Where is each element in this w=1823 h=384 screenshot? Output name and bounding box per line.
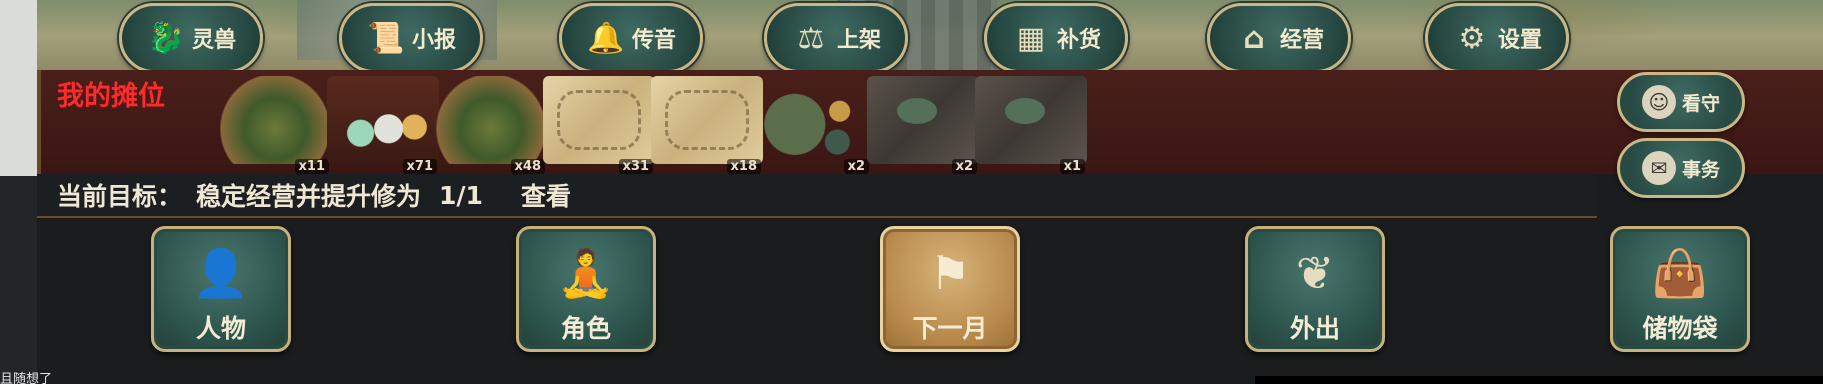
- game-area: 🐉 灵兽 📜 小报 🔔 传音 ⚖ 上架 ▦ 补货 ⌂ 经营 ⚙ 设置 我的摊位 …: [37, 0, 1823, 384]
- affairs-label: 事务: [1681, 158, 1720, 181]
- newspaper-label: 小报: [411, 28, 456, 53]
- shop-icon: ⌂: [1243, 20, 1265, 56]
- bone-scroll-icon: [651, 76, 763, 164]
- stall-title: 我的摊位: [57, 81, 165, 112]
- beast-button[interactable]: 🐉 灵兽: [119, 3, 263, 73]
- stall-item-bone-scroll[interactable]: x31: [543, 76, 655, 174]
- affairs-button[interactable]: ✉ 事务: [1617, 138, 1745, 198]
- ore-pile-icon: [867, 76, 979, 164]
- guard-icon: ☺: [1641, 85, 1676, 119]
- bone-scroll-icon: [543, 76, 655, 164]
- footer-text: 且随想了: [0, 372, 53, 384]
- item-quantity: x31: [618, 159, 653, 174]
- game-screen: 🐉 灵兽 📜 小报 🔔 传音 ⚖ 上架 ▦ 补货 ⌂ 经营 ⚙ 设置 我的摊位 …: [0, 0, 1823, 384]
- stall-item-herb-bundle-2[interactable]: x48: [435, 76, 547, 174]
- storage-bag-label: 储物袋: [1642, 314, 1718, 343]
- stall-item-herb-bundle[interactable]: x11: [219, 76, 331, 174]
- stall-item-bone-scroll-2[interactable]: x18: [651, 76, 763, 174]
- business-button[interactable]: ⌂ 经营: [1207, 3, 1351, 73]
- item-quantity: x2: [951, 159, 977, 174]
- gear-icon: ⚙: [1458, 20, 1486, 56]
- item-quantity: x48: [510, 159, 545, 174]
- left-page-strip-light: [0, 0, 37, 176]
- beast-icon: 🐉: [147, 20, 185, 56]
- item-quantity: x18: [726, 159, 761, 174]
- newspaper-icon: 📜: [367, 20, 405, 56]
- item-quantity: x71: [402, 159, 437, 174]
- goal-label: 当前目标：: [57, 182, 183, 211]
- message-label: 传音: [631, 28, 676, 53]
- stall-panel: 我的摊位 x11 x71 x48 x31 x18 x2 x2 x1: [37, 70, 1823, 174]
- list-goods-label: 上架: [836, 28, 881, 53]
- restock-button[interactable]: ▦ 补货: [984, 3, 1128, 73]
- potion-chest-icon: [327, 76, 439, 164]
- item-quantity: x2: [843, 159, 869, 174]
- jade-set-icon: [759, 76, 871, 164]
- next-month-label: 下一月: [912, 314, 988, 343]
- herb-bundle-icon: [435, 76, 547, 164]
- bag-icon: 👜: [1651, 245, 1709, 300]
- stall-item-jade-set[interactable]: x2: [759, 76, 871, 174]
- newspaper-button[interactable]: 📜 小报: [339, 3, 483, 73]
- person-icon: 👤: [192, 245, 250, 300]
- next-month-button[interactable]: ⚑ 下一月: [880, 226, 1020, 352]
- message-button[interactable]: 🔔 传音: [559, 3, 703, 73]
- current-goal-bar: 当前目标： 稳定经营并提升修为 1/1 查看: [37, 174, 1597, 218]
- left-page-strip: [0, 0, 37, 384]
- settings-button[interactable]: ⚙ 设置: [1425, 3, 1569, 73]
- stall-item-potion-chest[interactable]: x71: [327, 76, 439, 174]
- settings-label: 设置: [1497, 28, 1542, 53]
- bottom-black-bar: [1255, 376, 1823, 384]
- guard-label: 看守: [1681, 92, 1720, 115]
- scroll-icon: ✉: [1641, 151, 1676, 185]
- stall-item-ore-pile[interactable]: x2: [867, 76, 979, 174]
- herb-bundle-icon: [219, 76, 331, 164]
- person-button[interactable]: 👤 人物: [151, 226, 291, 352]
- travel-button[interactable]: ❦ 外出: [1245, 226, 1385, 352]
- item-quantity: x11: [294, 159, 329, 174]
- crate-icon: ▦: [1016, 20, 1046, 56]
- goal-text: 稳定经营并提升修为: [196, 182, 422, 211]
- stall-item-ore-pile-2[interactable]: x1: [975, 76, 1087, 174]
- character-label: 角色: [560, 314, 611, 343]
- list-goods-button[interactable]: ⚖ 上架: [764, 3, 908, 73]
- bell-icon: 🔔: [587, 20, 625, 56]
- travel-icon: ❦: [1295, 246, 1335, 300]
- item-quantity: x1: [1059, 159, 1085, 174]
- storage-bag-button[interactable]: 👜 储物袋: [1610, 226, 1750, 352]
- character-button[interactable]: 🧘 角色: [516, 226, 656, 352]
- top-navigation: 🐉 灵兽 📜 小报 🔔 传音 ⚖ 上架 ▦ 补货 ⌂ 经营 ⚙ 设置: [37, 0, 1823, 80]
- travel-label: 外出: [1289, 314, 1340, 343]
- restock-label: 补货: [1056, 28, 1101, 53]
- goal-progress: 1/1: [439, 180, 483, 210]
- guard-button[interactable]: ☺ 看守: [1617, 72, 1745, 132]
- goal-view-link[interactable]: 查看: [521, 177, 571, 213]
- flag-icon: ⚑: [929, 246, 971, 300]
- character-icon: 🧘: [557, 245, 615, 300]
- business-label: 经营: [1279, 28, 1324, 53]
- person-label: 人物: [195, 314, 246, 343]
- scale-icon: ⚖: [797, 20, 825, 56]
- ore-pile-icon: [975, 76, 1087, 164]
- beast-label: 灵兽: [191, 28, 236, 53]
